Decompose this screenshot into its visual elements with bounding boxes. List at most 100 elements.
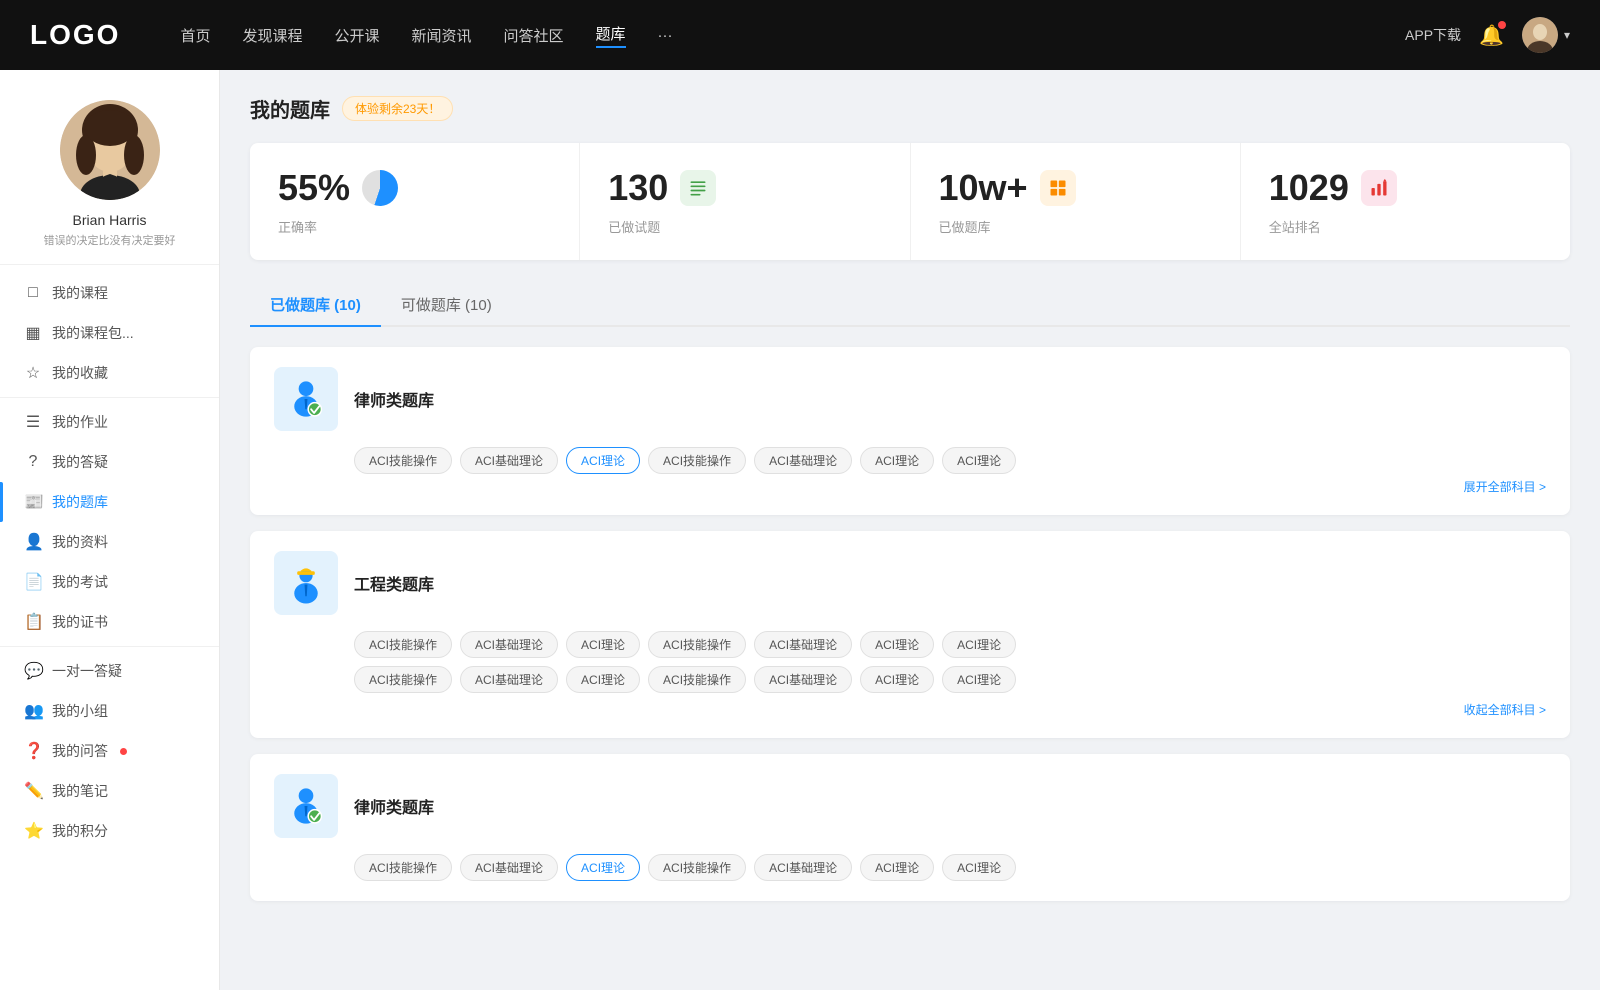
tag-lawyer1-2[interactable]: ACI理论 [566, 447, 640, 474]
sidebar-item-my-course[interactable]: □ 我的课程 [0, 273, 219, 313]
tag-lawyer2-5[interactable]: ACI理论 [860, 854, 934, 881]
sidebar-item-label: 我的课程 [52, 283, 108, 303]
tag-eng-r2-5[interactable]: ACI理论 [860, 666, 934, 693]
tag-lawyer1-4[interactable]: ACI基础理论 [754, 447, 852, 474]
nav-more[interactable]: ··· [658, 27, 673, 44]
nav-discover[interactable]: 发现课程 [242, 25, 302, 46]
tag-lawyer2-3[interactable]: ACI技能操作 [648, 854, 746, 881]
tag-lawyer1-3[interactable]: ACI技能操作 [648, 447, 746, 474]
sidebar-item-label: 我的资料 [52, 532, 108, 552]
bank-card-lawyer1: 律师类题库 ACI技能操作 ACI基础理论 ACI理论 ACI技能操作 ACI基… [250, 347, 1570, 515]
lawyer-icon [274, 367, 338, 431]
sidebar-item-qa[interactable]: ? 我的答疑 [0, 442, 219, 482]
tag-eng-r2-2[interactable]: ACI理论 [566, 666, 640, 693]
main-content: 我的题库 体验剩余23天！ 55% 正确率 130 已做试题 [220, 70, 1600, 990]
stat-accuracy: 55% 正确率 [250, 143, 580, 260]
group-icon: 👥 [24, 701, 42, 721]
tag-lawyer1-1[interactable]: ACI基础理论 [460, 447, 558, 474]
tag-lawyer2-0[interactable]: ACI技能操作 [354, 854, 452, 881]
tag-lawyer2-2[interactable]: ACI理论 [566, 854, 640, 881]
nav-openclass[interactable]: 公开课 [334, 25, 379, 46]
profile-icon: 👤 [24, 532, 42, 552]
bank-tags-eng-row1: ACI技能操作 ACI基础理论 ACI理论 ACI技能操作 ACI基础理论 AC… [274, 631, 1546, 658]
bank-name-lawyer2: 律师类题库 [354, 794, 434, 818]
sidebar-item-label: 我的证书 [52, 612, 108, 632]
sidebar-item-one-on-one[interactable]: 💬 一对一答疑 [0, 651, 219, 691]
tag-eng-r1-5[interactable]: ACI理论 [860, 631, 934, 658]
stat-done-label: 已做试题 [608, 217, 881, 236]
tag-lawyer1-6[interactable]: ACI理论 [942, 447, 1016, 474]
bank-tags-lawyer2: ACI技能操作 ACI基础理论 ACI理论 ACI技能操作 ACI基础理论 AC… [274, 854, 1546, 881]
stats-row: 55% 正确率 130 已做试题 10w+ [250, 143, 1570, 260]
expand-link-lawyer1[interactable]: 展开全部科目 > [274, 478, 1546, 495]
sidebar-item-exam[interactable]: 📄 我的考试 [0, 562, 219, 602]
tab-done-banks[interactable]: 已做题库 (10) [250, 284, 381, 325]
profile-name: Brian Harris [73, 212, 147, 228]
tag-lawyer2-1[interactable]: ACI基础理论 [460, 854, 558, 881]
sidebar: Brian Harris 错误的决定比没有决定要好 □ 我的课程 ▦ 我的课程包… [0, 70, 220, 990]
user-avatar-menu[interactable]: ▾ [1522, 17, 1570, 53]
exam-icon: 📄 [24, 572, 42, 592]
sidebar-item-label: 一对一答疑 [52, 661, 122, 681]
page-layout: Brian Harris 错误的决定比没有决定要好 □ 我的课程 ▦ 我的课程包… [0, 0, 1600, 990]
bank-card-header-eng: 工程类题库 [274, 551, 1546, 615]
sidebar-item-label: 我的积分 [52, 821, 108, 841]
sidebar-item-profile[interactable]: 👤 我的资料 [0, 522, 219, 562]
nav-home[interactable]: 首页 [180, 25, 210, 46]
stat-accuracy-top: 55% [278, 167, 551, 209]
engineer-icon [274, 551, 338, 615]
profile-avatar [60, 100, 160, 200]
sidebar-item-points[interactable]: ⭐ 我的积分 [0, 811, 219, 851]
logo[interactable]: LOGO [30, 19, 120, 51]
sidebar-item-label: 我的题库 [52, 492, 108, 512]
stat-ranking: 1029 全站排名 [1241, 143, 1570, 260]
tag-lawyer2-6[interactable]: ACI理论 [942, 854, 1016, 881]
nav-questions[interactable]: 题库 [596, 23, 626, 48]
tag-eng-r2-3[interactable]: ACI技能操作 [648, 666, 746, 693]
bank-tags-eng-row2: ACI技能操作 ACI基础理论 ACI理论 ACI技能操作 ACI基础理论 AC… [274, 666, 1546, 693]
qa-icon: ? [24, 453, 42, 471]
tag-eng-r1-1[interactable]: ACI基础理论 [460, 631, 558, 658]
notes-icon: ✏️ [24, 781, 42, 801]
tag-eng-r1-4[interactable]: ACI基础理论 [754, 631, 852, 658]
sidebar-item-label: 我的答疑 [52, 452, 108, 472]
app-download-button[interactable]: APP下载 [1405, 25, 1461, 45]
accuracy-pie-chart [362, 170, 398, 206]
one-on-one-icon: 💬 [24, 661, 42, 681]
trial-badge: 体验剩余23天！ [342, 96, 453, 121]
sidebar-item-question-bank[interactable]: 📰 我的题库 [0, 482, 219, 522]
sidebar-item-course-pack[interactable]: ▦ 我的课程包... [0, 313, 219, 353]
bank-card-lawyer2: 律师类题库 ACI技能操作 ACI基础理论 ACI理论 ACI技能操作 ACI基… [250, 754, 1570, 901]
collapse-link-engineer[interactable]: 收起全部科目 > [274, 701, 1546, 718]
stat-done-top: 130 [608, 167, 881, 209]
sidebar-item-label: 我的考试 [52, 572, 108, 592]
sidebar-item-label: 我的小组 [52, 701, 108, 721]
tag-eng-r1-3[interactable]: ACI技能操作 [648, 631, 746, 658]
tag-eng-r2-0[interactable]: ACI技能操作 [354, 666, 452, 693]
tab-available-banks[interactable]: 可做题库 (10) [381, 284, 512, 325]
lawyer2-icon [274, 774, 338, 838]
tag-eng-r2-6[interactable]: ACI理论 [942, 666, 1016, 693]
tag-eng-r2-4[interactable]: ACI基础理论 [754, 666, 852, 693]
tag-eng-r1-0[interactable]: ACI技能操作 [354, 631, 452, 658]
sidebar-item-favorites[interactable]: ☆ 我的收藏 [0, 353, 219, 393]
tag-eng-r1-6[interactable]: ACI理论 [942, 631, 1016, 658]
nav-news[interactable]: 新闻资讯 [412, 25, 472, 46]
nav-qa[interactable]: 问答社区 [504, 25, 564, 46]
tag-lawyer1-5[interactable]: ACI理论 [860, 447, 934, 474]
sidebar-item-certificate[interactable]: 📋 我的证书 [0, 602, 219, 642]
stat-banks-label: 已做题库 [939, 217, 1212, 236]
tag-eng-r2-1[interactable]: ACI基础理论 [460, 666, 558, 693]
sidebar-item-group[interactable]: 👥 我的小组 [0, 691, 219, 731]
top-navigation: LOGO 首页 发现课程 公开课 新闻资讯 问答社区 题库 ··· APP下载 … [0, 0, 1600, 70]
tag-lawyer1-0[interactable]: ACI技能操作 [354, 447, 452, 474]
sidebar-item-my-qa[interactable]: ❓ 我的问答 [0, 731, 219, 771]
sidebar-item-homework[interactable]: ☰ 我的作业 [0, 402, 219, 442]
chevron-down-icon: ▾ [1564, 28, 1570, 42]
sidebar-item-notes[interactable]: ✏️ 我的笔记 [0, 771, 219, 811]
bank-tags-lawyer1: ACI技能操作 ACI基础理论 ACI理论 ACI技能操作 ACI基础理论 AC… [274, 447, 1546, 474]
tag-lawyer2-4[interactable]: ACI基础理论 [754, 854, 852, 881]
notification-bell[interactable]: 🔔 [1479, 23, 1504, 48]
tag-eng-r1-2[interactable]: ACI理论 [566, 631, 640, 658]
qa-dot [120, 748, 127, 755]
